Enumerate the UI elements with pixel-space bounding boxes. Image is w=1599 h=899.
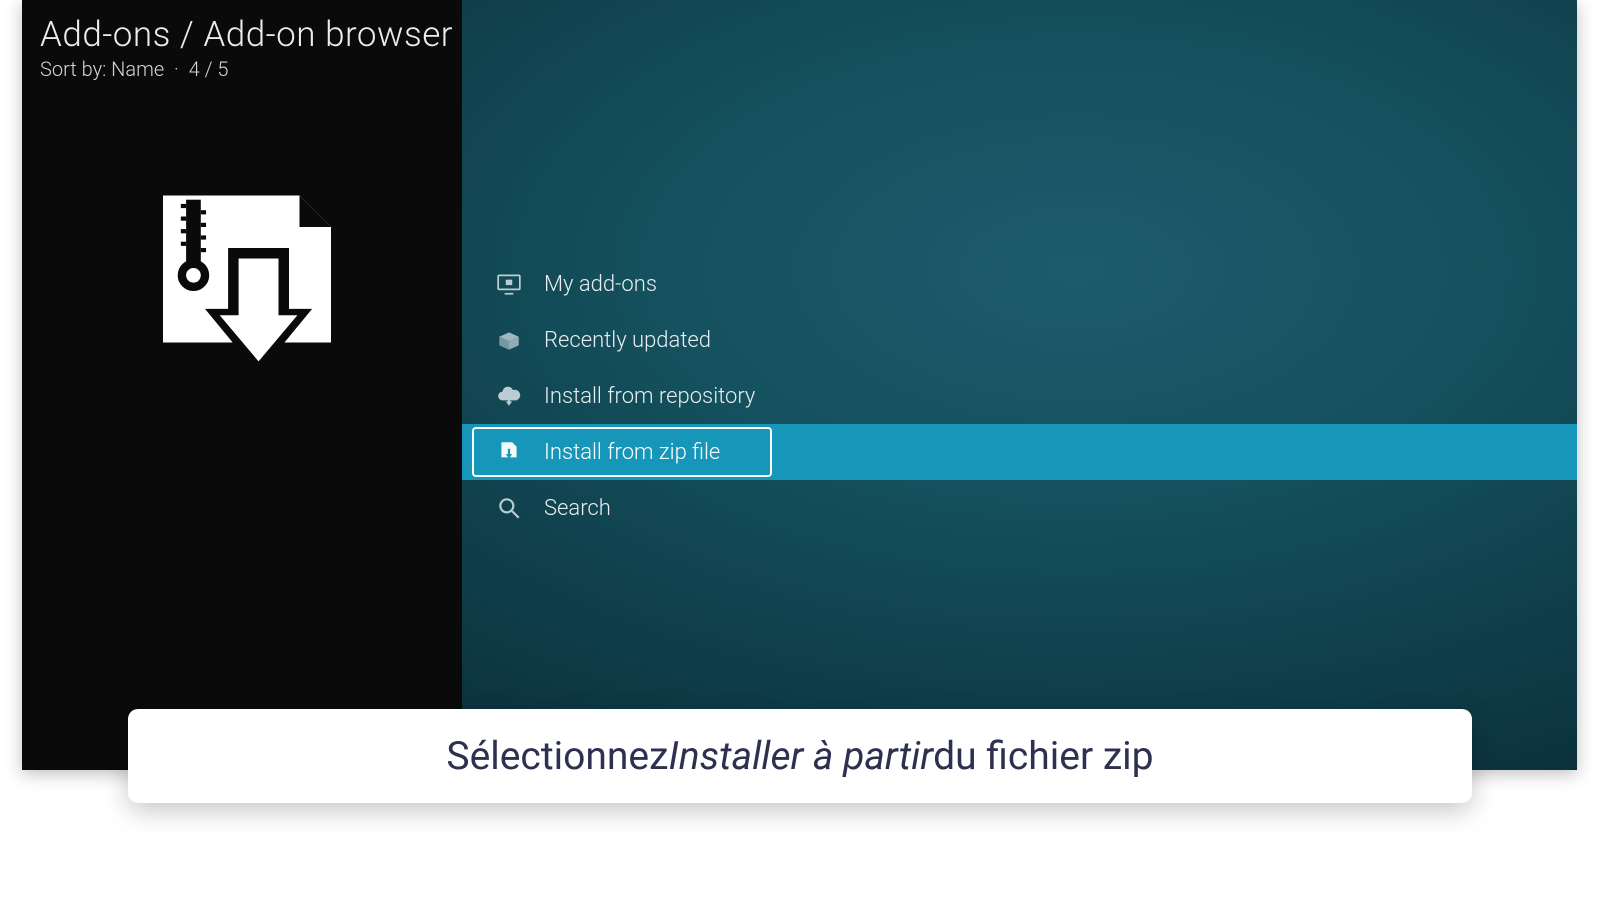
sort-label: Sort by: Name — [40, 57, 164, 81]
caption-italic: Installer à partir — [668, 733, 933, 779]
menu-item-install-from-repository[interactable]: Install from repository — [462, 368, 1577, 424]
menu-item-recently-updated[interactable]: Recently updated — [462, 312, 1577, 368]
menu-item-search[interactable]: Search — [462, 480, 1577, 536]
search-icon — [496, 495, 544, 521]
caption-prefix: Sélectionnez — [446, 733, 668, 779]
kodi-window: Add-ons / Add-on browser Sort by: Name ·… — [22, 0, 1577, 770]
menu-item-install-from-zip[interactable]: Install from zip file — [462, 424, 1577, 480]
breadcrumb: Add-ons / Add-on browser — [40, 14, 442, 55]
zip-download-icon — [496, 439, 544, 465]
left-panel: Add-ons / Add-on browser Sort by: Name ·… — [22, 0, 462, 770]
sort-line: Sort by: Name · 4 / 5 — [40, 57, 442, 81]
dot-separator: · — [169, 57, 189, 81]
open-box-icon — [496, 327, 544, 353]
right-panel: My add-ons Recently updated — [462, 0, 1577, 770]
cloud-download-icon — [496, 383, 544, 409]
menu-item-label: Recently updated — [544, 328, 711, 353]
menu-item-label: Search — [544, 496, 611, 521]
caption-bar: Sélectionnez Installer à partir du fichi… — [128, 709, 1472, 803]
caption-suffix: du fichier zip — [933, 733, 1153, 779]
menu-item-my-addons[interactable]: My add-ons — [462, 256, 1577, 312]
addon-download-icon — [142, 180, 352, 400]
menu-list: My add-ons Recently updated — [462, 256, 1577, 536]
monitor-box-icon — [496, 271, 544, 297]
menu-item-label: My add-ons — [544, 272, 657, 297]
menu-item-label: Install from repository — [544, 384, 755, 409]
list-position: 4 / 5 — [189, 57, 229, 81]
menu-item-label: Install from zip file — [544, 440, 720, 465]
